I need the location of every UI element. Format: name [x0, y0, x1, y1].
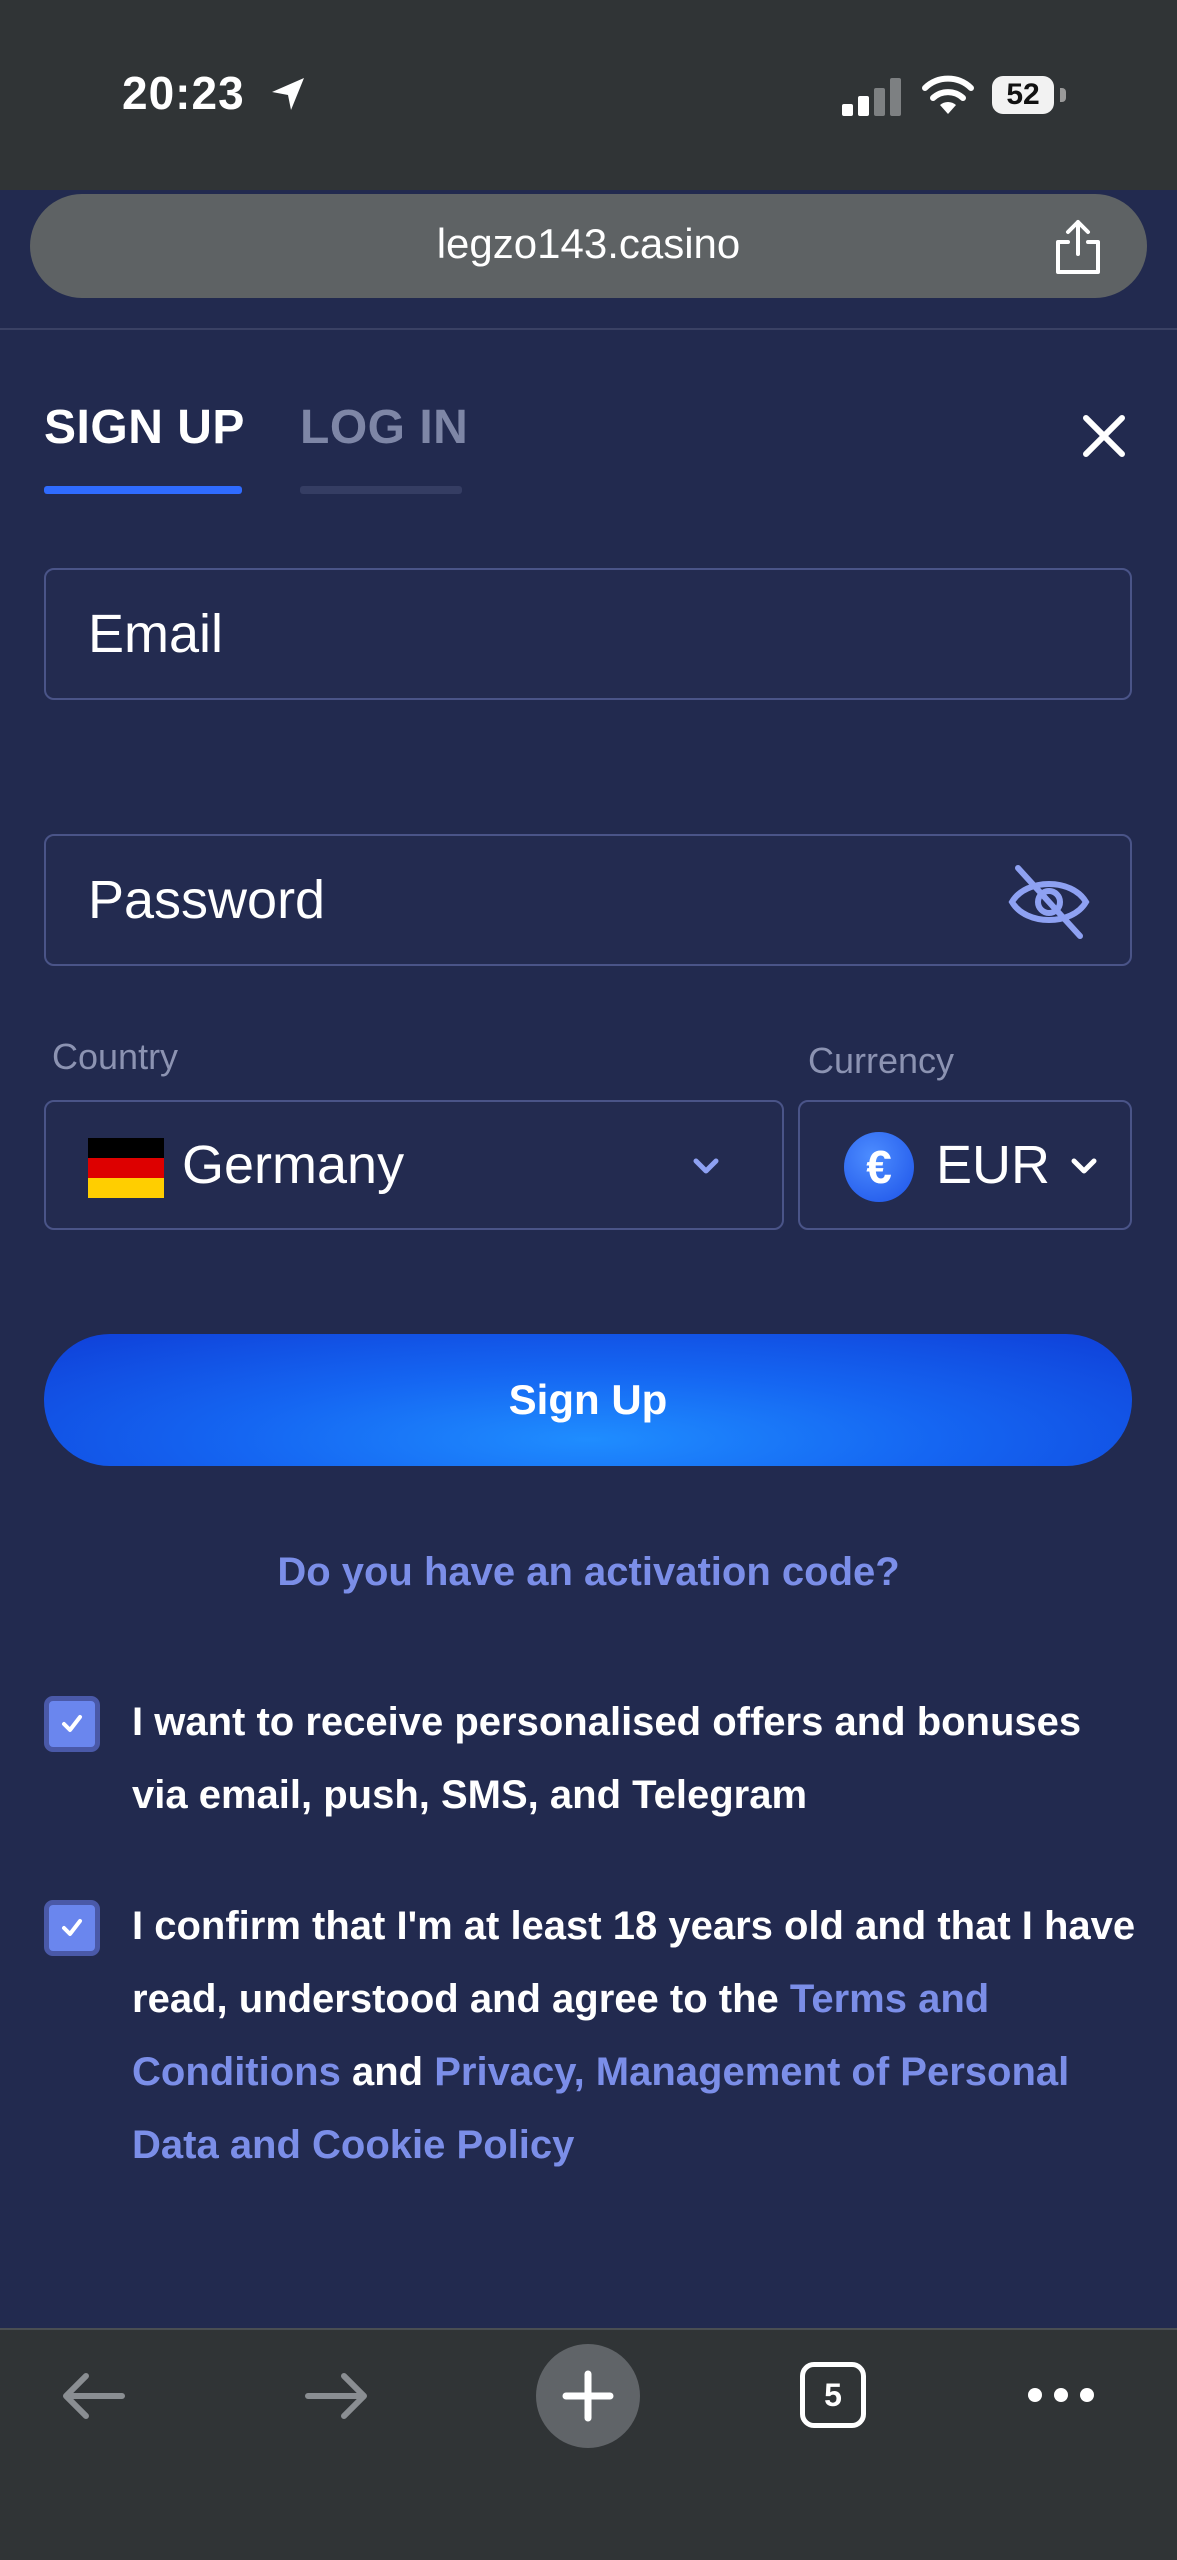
share-icon[interactable]	[1048, 218, 1108, 278]
battery-tip	[1060, 88, 1066, 102]
euro-icon: €	[844, 1132, 914, 1202]
check-icon	[62, 1715, 82, 1732]
country-label: Country	[52, 1036, 179, 1077]
tabs-count-button[interactable]: 5	[800, 2362, 866, 2428]
close-icon[interactable]	[1080, 412, 1128, 460]
battery-icon: 52	[992, 76, 1054, 114]
age-terms-consent-checkbox[interactable]	[44, 1900, 100, 1956]
tab-log-in-indicator	[300, 486, 462, 494]
back-arrow-icon[interactable]	[58, 2366, 128, 2426]
offers-consent-checkbox[interactable]	[44, 1696, 100, 1752]
wifi-icon	[922, 75, 974, 114]
password-input[interactable]	[88, 836, 956, 964]
more-icon[interactable]	[1026, 2382, 1096, 2408]
country-select[interactable]: Germany	[44, 1100, 784, 1230]
eye-off-icon[interactable]	[1008, 864, 1090, 940]
email-input[interactable]	[88, 570, 956, 698]
consent-text-part: and	[340, 2050, 435, 2094]
new-tab-button[interactable]	[536, 2344, 640, 2448]
check-icon	[62, 1919, 82, 1936]
plus-icon	[562, 2370, 614, 2422]
page-top-divider	[0, 328, 1177, 330]
activation-code-link[interactable]: Do you have an activation code?	[0, 1550, 1177, 1595]
currency-value: EUR	[936, 1135, 1051, 1195]
germany-flag-icon	[88, 1138, 164, 1198]
tab-sign-up-indicator	[44, 486, 242, 494]
address-bar[interactable]: legzo143.casino	[30, 194, 1147, 298]
country-value: Germany	[182, 1135, 405, 1195]
offers-consent-text: I want to receive personalised offers an…	[132, 1700, 1082, 1817]
email-field[interactable]	[44, 568, 1132, 700]
forward-arrow-icon[interactable]	[302, 2366, 372, 2426]
location-arrow-icon	[272, 78, 304, 110]
tab-sign-up[interactable]: SIGN UP	[44, 400, 245, 455]
currency-label: Currency	[808, 1040, 955, 1081]
url-text: legzo143.casino	[436, 220, 741, 267]
password-field[interactable]	[44, 834, 1132, 966]
cellular-signal-icon	[842, 78, 901, 116]
currency-select[interactable]: € EUR	[798, 1100, 1132, 1230]
tab-log-in[interactable]: LOG IN	[300, 400, 468, 455]
chevron-down-icon	[693, 1158, 719, 1174]
status-time: 20:23	[122, 67, 245, 119]
chevron-down-icon	[1071, 1158, 1097, 1174]
sign-up-button[interactable]: Sign Up	[44, 1334, 1132, 1466]
age-terms-consent-text: I confirm that I'm at least 18 years old…	[132, 1890, 1142, 2182]
